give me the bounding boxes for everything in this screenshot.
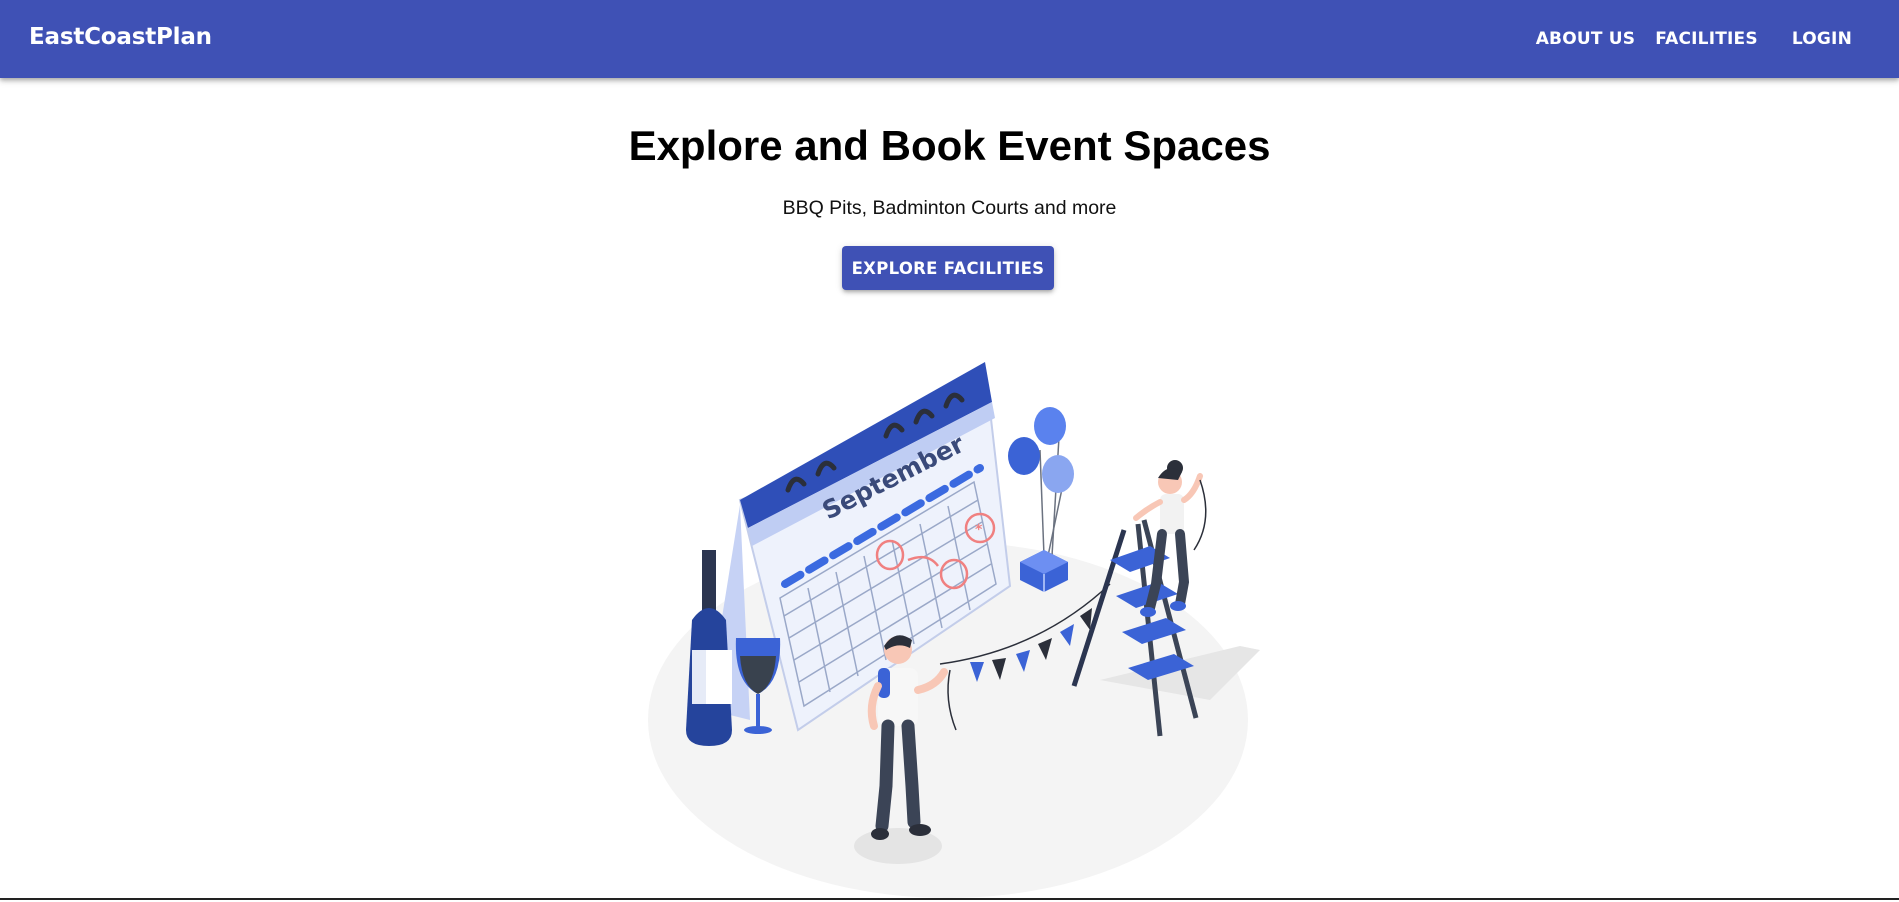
page-subtitle: BBQ Pits, Badminton Courts and more [782,197,1117,219]
page-title: Explore and Book Event Spaces [628,122,1271,169]
nav-about-us[interactable]: ABOUT US [1526,21,1646,57]
explore-facilities-button[interactable]: EXPLORE FACILITIES [842,246,1054,290]
event-planning-illustration: September * [648,362,1260,898]
svg-text:*: * [975,522,983,538]
top-app-bar: EastCoastPlan ABOUT US FACILITIES LOGIN [0,0,1899,78]
main-nav: ABOUT US FACILITIES LOGIN [1526,0,1862,78]
brand-logo[interactable]: EastCoastPlan [29,24,212,50]
wine-bottle [686,550,732,746]
nav-facilities[interactable]: FACILITIES [1645,21,1768,57]
nav-login[interactable]: LOGIN [1782,21,1862,57]
